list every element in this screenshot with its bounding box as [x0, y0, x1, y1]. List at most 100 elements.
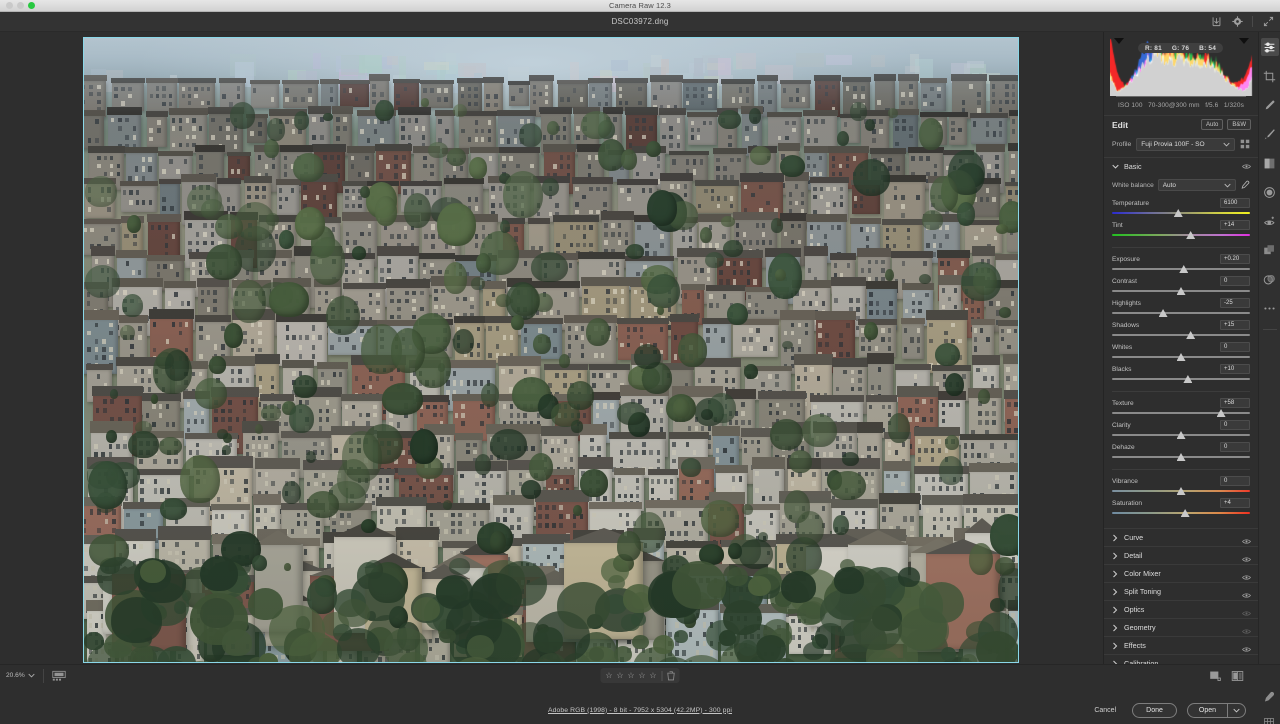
star-4[interactable]: ☆ — [637, 670, 648, 681]
slider-clarity[interactable]: Clarity 0 — [1112, 420, 1250, 440]
filmstrip-toggle-icon[interactable] — [52, 670, 66, 682]
slider-value[interactable]: +10 — [1220, 364, 1250, 374]
slider-whites[interactable]: Whites 0 — [1112, 342, 1250, 362]
photo-preview-frame[interactable] — [83, 37, 1019, 663]
spot-removal-tool[interactable] — [1261, 96, 1279, 114]
crop-tool[interactable] — [1261, 67, 1279, 85]
section-header-basic[interactable]: Basic — [1104, 157, 1258, 175]
fullscreen-icon[interactable] — [1262, 16, 1274, 28]
slider-texture[interactable]: Texture +58 — [1112, 398, 1250, 418]
slider-value[interactable]: 0 — [1220, 342, 1250, 352]
section-header-split-toning[interactable]: Split Toning — [1104, 582, 1258, 600]
zoom-level-control[interactable]: 20.6% — [6, 672, 35, 679]
slider-track-area[interactable] — [1112, 487, 1250, 496]
slider-track-area[interactable] — [1112, 331, 1250, 340]
section-header-geometry[interactable]: Geometry — [1104, 618, 1258, 636]
slider-value[interactable]: +15 — [1220, 320, 1250, 330]
slider-saturation[interactable]: Saturation +4 — [1112, 498, 1250, 518]
slider-track-area[interactable] — [1112, 231, 1250, 240]
before-after-view-icon[interactable] — [1231, 670, 1244, 682]
masking-brush-tool[interactable] — [1261, 125, 1279, 143]
auto-button[interactable]: Auto — [1200, 119, 1224, 130]
radial-filter-tool[interactable] — [1261, 183, 1279, 201]
slider-dehaze[interactable]: Dehaze 0 — [1112, 442, 1250, 462]
preferences-gear-icon[interactable] — [1231, 16, 1243, 28]
star-1[interactable]: ☆ — [604, 670, 615, 681]
section-header-optics[interactable]: Optics — [1104, 600, 1258, 618]
visibility-eye-icon[interactable] — [1242, 641, 1251, 652]
slider-vibrance[interactable]: Vibrance 0 — [1112, 476, 1250, 496]
visibility-eye-icon[interactable] — [1242, 623, 1251, 634]
slider-blacks[interactable]: Blacks +10 — [1112, 364, 1250, 384]
open-button-group[interactable]: Open — [1186, 702, 1246, 718]
histogram-section[interactable]: R: 81 G: 76 B: 54 ISO 100 70-300@300 mm … — [1104, 32, 1258, 115]
profile-select[interactable]: Fuji Provia 100F - SO — [1136, 138, 1235, 151]
open-dropdown-arrow[interactable] — [1227, 703, 1245, 717]
slider-tint[interactable]: Tint +14 — [1112, 220, 1250, 240]
white-balance-select[interactable]: Auto — [1157, 179, 1236, 191]
star-2[interactable]: ☆ — [615, 670, 626, 681]
slider-track-area[interactable] — [1112, 265, 1250, 274]
workflow-options-link[interactable]: Adobe RGB (1998) - 8 bit - 7952 x 5304 (… — [548, 707, 732, 714]
slider-track-area[interactable] — [1112, 309, 1250, 318]
visibility-eye-icon[interactable] — [1242, 605, 1251, 616]
slider-value[interactable]: 0 — [1220, 442, 1250, 452]
slider-value[interactable]: +58 — [1220, 398, 1250, 408]
save-image-icon[interactable] — [1210, 16, 1222, 28]
slider-exposure[interactable]: Exposure +0.20 — [1112, 254, 1250, 274]
bw-button[interactable]: B&W — [1227, 119, 1251, 130]
image-canvas-area[interactable] — [0, 32, 1103, 664]
histogram-graph[interactable]: R: 81 G: 76 B: 54 — [1110, 36, 1253, 96]
slider-track-area[interactable] — [1112, 375, 1250, 384]
presets-tool[interactable] — [1261, 241, 1279, 259]
grid-overlay-tool[interactable] — [1260, 714, 1278, 724]
slider-temperature[interactable]: Temperature 6100 — [1112, 198, 1250, 218]
white-balance-eyedropper[interactable] — [1240, 180, 1250, 190]
slider-value[interactable]: 0 — [1220, 276, 1250, 286]
slider-shadows[interactable]: Shadows +15 — [1112, 320, 1250, 340]
slider-track-area[interactable] — [1112, 409, 1250, 418]
visibility-eye-icon[interactable] — [1242, 569, 1251, 580]
section-header-detail[interactable]: Detail — [1104, 546, 1258, 564]
slider-track-area[interactable] — [1112, 209, 1250, 218]
highlight-clipping-warning[interactable] — [1239, 38, 1249, 44]
slider-track-area[interactable] — [1112, 431, 1250, 440]
visibility-eye-icon[interactable] — [1242, 162, 1251, 171]
browse-profiles-icon[interactable] — [1240, 139, 1251, 150]
snapshots-tool[interactable] — [1261, 270, 1279, 288]
slider-contrast[interactable]: Contrast 0 — [1112, 276, 1250, 296]
section-header-color-mixer[interactable]: Color Mixer — [1104, 564, 1258, 582]
slider-value[interactable]: 0 — [1220, 476, 1250, 486]
graduated-filter-tool[interactable] — [1261, 154, 1279, 172]
edit-tool[interactable] — [1260, 38, 1279, 56]
slider-track-area[interactable] — [1112, 453, 1250, 462]
star-3[interactable]: ☆ — [626, 670, 637, 681]
section-header-curve[interactable]: Curve — [1104, 528, 1258, 546]
slider-value[interactable]: -25 — [1220, 298, 1250, 308]
slider-value[interactable]: +14 — [1220, 220, 1250, 230]
slider-track-area[interactable] — [1112, 353, 1250, 362]
visibility-eye-icon[interactable] — [1242, 587, 1251, 598]
more-options-tool[interactable] — [1261, 299, 1279, 317]
slider-value[interactable]: 0 — [1220, 420, 1250, 430]
section-header-effects[interactable]: Effects — [1104, 636, 1258, 654]
slider-value[interactable]: +4 — [1220, 498, 1250, 508]
visibility-eye-icon[interactable] — [1242, 551, 1251, 562]
slider-value[interactable]: 6100 — [1220, 198, 1250, 208]
done-button[interactable]: Done — [1132, 702, 1177, 718]
shadow-clipping-warning[interactable] — [1114, 38, 1124, 44]
visibility-eye-icon[interactable] — [1242, 533, 1251, 544]
single-view-icon[interactable] — [1209, 670, 1222, 682]
red-eye-tool[interactable] — [1261, 212, 1279, 230]
open-button[interactable]: Open — [1188, 704, 1227, 717]
star-rating-widget[interactable]: ☆ ☆ ☆ ☆ ☆ — [600, 668, 680, 683]
slider-highlights[interactable]: Highlights -25 — [1112, 298, 1250, 318]
slider-track-area[interactable] — [1112, 287, 1250, 296]
cancel-button[interactable]: Cancel — [1088, 705, 1122, 716]
color-sampler-tool[interactable] — [1260, 688, 1278, 706]
panel-scroll-region[interactable]: Basic White balance Auto Temperature 610… — [1104, 157, 1258, 664]
section-header-calibration[interactable]: Calibration — [1104, 654, 1258, 664]
reject-photo-icon[interactable] — [666, 670, 677, 681]
slider-track-area[interactable] — [1112, 509, 1250, 518]
slider-value[interactable]: +0.20 — [1220, 254, 1250, 264]
